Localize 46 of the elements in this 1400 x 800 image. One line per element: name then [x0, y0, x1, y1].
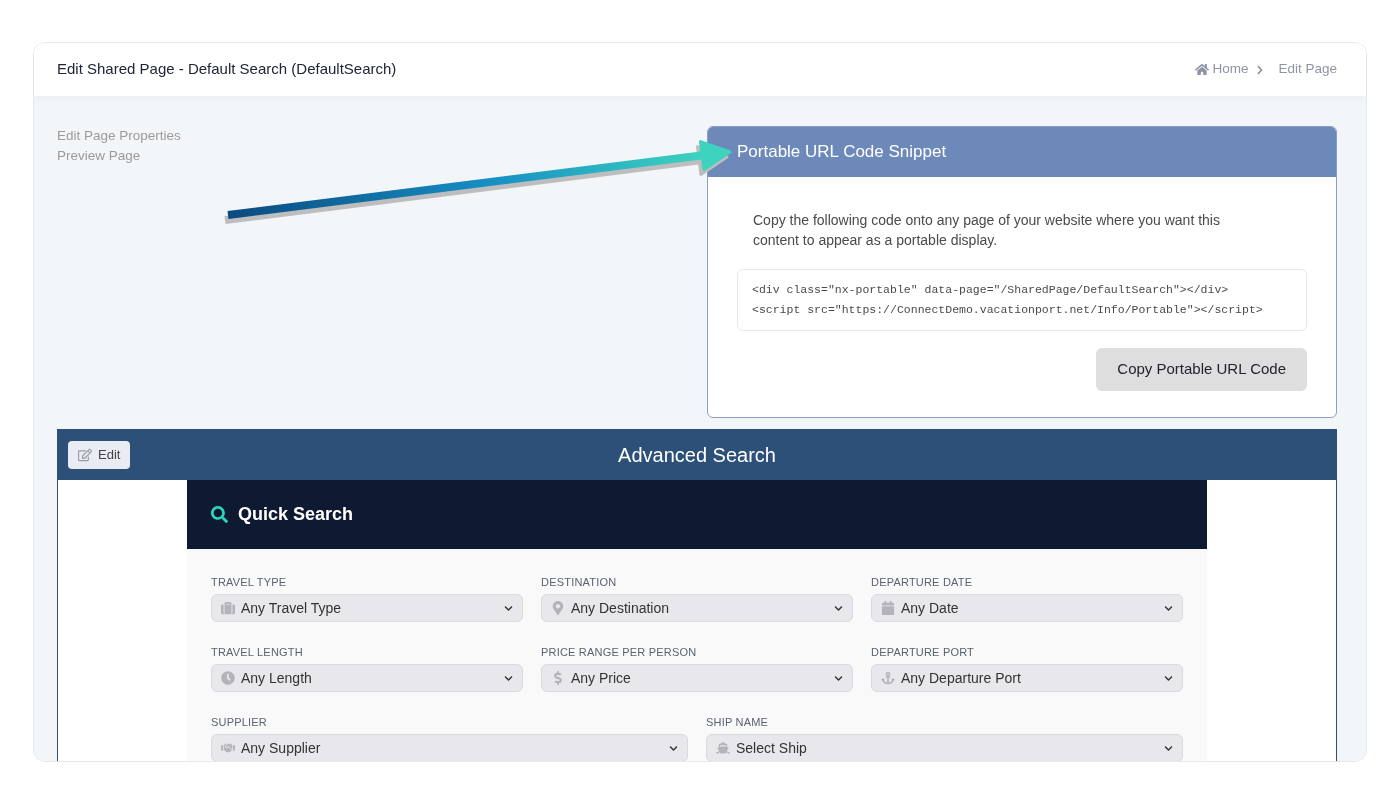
select-field[interactable]: Any Destination	[541, 594, 853, 622]
handshake-icon	[221, 741, 235, 755]
code-line: <script src="https://ConnectDemo.vacationport.net/Info/Portable"></script>	[752, 302, 1264, 318]
map-pin-icon	[551, 601, 565, 615]
section-title: Advanced Search	[618, 442, 776, 468]
chevron-down-icon	[669, 743, 678, 753]
anchor-icon	[881, 671, 895, 685]
select-field[interactable]: Any Departure Port	[871, 664, 1183, 692]
edit-icon	[78, 447, 92, 462]
select-field[interactable]: Any Date	[871, 594, 1183, 622]
page-title: Edit Shared Page - Default Search (DefaultSearch)	[57, 59, 397, 80]
chevron-down-icon	[834, 673, 843, 683]
select-field[interactable]: Any Length	[211, 664, 523, 692]
home-icon	[1195, 63, 1210, 76]
field-label: SUPPLIER	[211, 715, 268, 729]
field-label: SHIP NAME	[706, 715, 770, 729]
field-label: DESTINATION	[541, 575, 618, 589]
dollar-icon	[551, 671, 565, 685]
select-field[interactable]: Any Travel Type	[211, 594, 523, 622]
chevron-down-icon	[1164, 673, 1173, 683]
select-field[interactable]: Any Price	[541, 664, 853, 692]
breadcrumb-current: Edit Page	[1278, 60, 1337, 79]
chevron-down-icon	[504, 603, 513, 613]
copy-code-button[interactable]: Copy Portable URL Code	[1096, 348, 1307, 391]
snippet-description: Copy the following code onto any page of your website where you want this content to appear as a portable display.	[752, 211, 1221, 250]
ship-icon	[716, 741, 730, 755]
chevron-down-icon	[1164, 743, 1173, 753]
edit-button[interactable]: Edit	[68, 440, 131, 469]
field-label: DEPARTURE DATE	[871, 575, 974, 589]
quick-search-title: Quick Search	[238, 503, 354, 526]
chevron-down-icon	[834, 603, 843, 613]
search-icon	[211, 506, 228, 523]
clock-icon	[221, 671, 235, 685]
field-label: TRAVEL LENGTH	[211, 645, 304, 659]
field-label: PRICE RANGE PER PERSON	[541, 645, 698, 659]
select-field[interactable]: Select Ship	[706, 734, 1183, 761]
calendar-icon	[881, 601, 895, 615]
code-line: <div class="nx-portable" data-page="/SharedPage/DefaultSearch"></div>	[752, 282, 1230, 298]
card-title: Portable URL Code Snippet	[737, 141, 947, 164]
chevron-down-icon	[504, 673, 513, 683]
field-label: DEPARTURE PORT	[871, 645, 976, 659]
select-field[interactable]: Any Supplier	[211, 734, 688, 761]
chevron-right-icon	[1256, 64, 1265, 75]
suitcase-icon	[221, 601, 235, 615]
field-label: TRAVEL TYPE	[211, 575, 288, 589]
chevron-down-icon	[1164, 603, 1173, 613]
